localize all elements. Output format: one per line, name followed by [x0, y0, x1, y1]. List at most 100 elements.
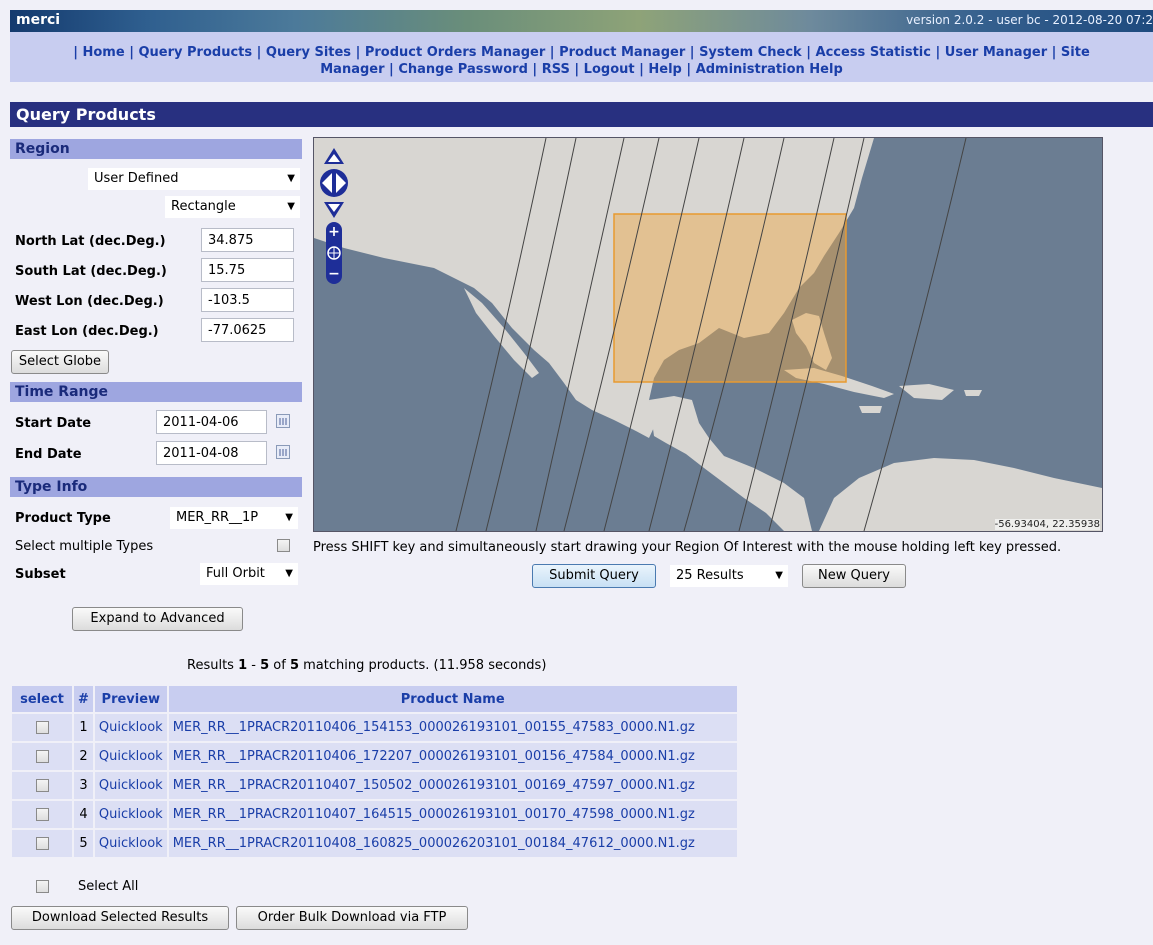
- calendar-icon[interactable]: [276, 414, 290, 428]
- quicklook-link[interactable]: Quicklook: [94, 830, 167, 857]
- nav-separator: |: [681, 62, 696, 77]
- table-row: 1 Quicklook MER_RR__1PRACR20110406_154153_…: [12, 714, 737, 741]
- nav-link-access-statistic[interactable]: Access Statistic: [816, 45, 931, 60]
- summary-suffix: matching products. (11.958 seconds): [298, 658, 547, 673]
- chevron-down-icon: ▼: [285, 512, 293, 523]
- table-row: 5 Quicklook MER_RR__1PRACR20110408_160825_…: [12, 830, 737, 857]
- shape-select-value: Rectangle: [171, 199, 236, 214]
- nav-link-change-password[interactable]: Change Password: [398, 62, 528, 77]
- nav-link-site-manager[interactable]: Manager: [320, 62, 384, 77]
- nav-link-site-manager[interactable]: Site: [1061, 45, 1090, 60]
- row-checkbox[interactable]: [35, 779, 49, 792]
- summary-prefix: Results: [187, 658, 239, 673]
- east-lon-label: East Lon (dec.Deg.): [15, 324, 159, 339]
- svg-text:−: −: [328, 266, 340, 282]
- start-date-input[interactable]: [156, 410, 267, 434]
- start-date-label: Start Date: [15, 416, 92, 431]
- nav-link-logout[interactable]: Logout: [584, 62, 635, 77]
- new-query-button[interactable]: New Query: [802, 564, 906, 588]
- nav-link-administration-help[interactable]: Administration Help: [696, 62, 843, 77]
- time-range-section-heading: Time Range: [10, 382, 302, 402]
- row-checkbox[interactable]: [35, 750, 49, 763]
- north-lat-label: North Lat (dec.Deg.): [15, 234, 166, 249]
- version-user-info: version 2.0.2 - user bc - 2012-08-20 07:…: [906, 13, 1153, 27]
- north-lat-input[interactable]: [201, 228, 294, 252]
- row-select-cell: [12, 772, 72, 799]
- nav-link-user-manager[interactable]: User Manager: [945, 45, 1047, 60]
- map-hint: Press SHIFT key and simultaneously start…: [313, 540, 1062, 555]
- results-table: select # Preview Product Name 1 Quicklook…: [10, 684, 739, 859]
- expand-advanced-button[interactable]: Expand to Advanced: [72, 607, 243, 631]
- nav-link-rss[interactable]: RSS: [542, 62, 570, 77]
- product-name-link[interactable]: MER_RR__1PRACR20110406_172207_0000261931…: [168, 743, 737, 770]
- product-name-link[interactable]: MER_RR__1PRACR20110406_154153_0000261931…: [168, 714, 737, 741]
- row-select-cell: [12, 830, 72, 857]
- chevron-down-icon: ▼: [285, 568, 293, 579]
- row-select-cell: [12, 714, 72, 741]
- west-lon-label: West Lon (dec.Deg.): [15, 294, 164, 309]
- region-select[interactable]: User Defined ▼: [88, 168, 300, 190]
- subset-select[interactable]: Full Orbit ▼: [200, 563, 298, 585]
- results-count-select[interactable]: 25 Results ▼: [670, 565, 788, 587]
- row-number: 4: [74, 801, 93, 828]
- summary-of: of: [269, 658, 290, 673]
- app-name: merci: [16, 12, 61, 28]
- order-ftp-button[interactable]: Order Bulk Download via FTP: [236, 906, 468, 930]
- download-selected-button[interactable]: Download Selected Results: [11, 906, 229, 930]
- south-lat-input[interactable]: [201, 258, 294, 282]
- map-view[interactable]: + − -56.93404, 22.35938: [313, 137, 1103, 532]
- quicklook-link[interactable]: Quicklook: [94, 714, 167, 741]
- map-canvas[interactable]: + −: [314, 138, 1102, 531]
- product-type-value: MER_RR__1P: [176, 510, 259, 525]
- map-coordinates: -56.93404, 22.35938: [994, 519, 1100, 530]
- quicklook-link[interactable]: Quicklook: [94, 743, 167, 770]
- west-lon-input[interactable]: [201, 288, 294, 312]
- product-type-label: Product Type: [15, 511, 111, 526]
- chevron-down-icon: ▼: [287, 201, 295, 212]
- nav-separator: |: [384, 62, 399, 77]
- product-name-link[interactable]: MER_RR__1PRACR20110407_164515_0000261931…: [168, 801, 737, 828]
- results-total: 5: [289, 658, 299, 673]
- quicklook-link[interactable]: Quicklook: [94, 801, 167, 828]
- subset-select-value: Full Orbit: [206, 566, 265, 581]
- row-select-cell: [12, 743, 72, 770]
- table-row: 4 Quicklook MER_RR__1PRACR20110407_164515_…: [12, 801, 737, 828]
- east-lon-input[interactable]: [201, 318, 294, 342]
- col-select: select: [12, 686, 72, 712]
- nav-separator: |: [252, 45, 266, 60]
- header-banner: merci version 2.0.2 - user bc - 2012-08-…: [10, 10, 1153, 32]
- nav-link-home[interactable]: Home: [82, 45, 124, 60]
- calendar-icon[interactable]: [276, 445, 290, 459]
- type-info-section-heading: Type Info: [10, 477, 302, 497]
- quicklook-link[interactable]: Quicklook: [94, 772, 167, 799]
- end-date-input[interactable]: [156, 441, 267, 465]
- subset-label: Subset: [15, 567, 66, 582]
- product-name-link[interactable]: MER_RR__1PRACR20110407_150502_0000261931…: [168, 772, 737, 799]
- product-name-link[interactable]: MER_RR__1PRACR20110408_160825_0000262031…: [168, 830, 737, 857]
- shape-select[interactable]: Rectangle ▼: [165, 196, 300, 218]
- multiple-types-label: Select multiple Types: [15, 539, 154, 554]
- select-globe-button[interactable]: Select Globe: [11, 350, 109, 374]
- results-count-value: 25 Results: [676, 568, 744, 583]
- row-checkbox[interactable]: [35, 721, 49, 734]
- nav-link-product-orders-manager[interactable]: Product Orders Manager: [365, 45, 545, 60]
- product-type-select[interactable]: MER_RR__1P ▼: [170, 507, 298, 529]
- table-row: 3 Quicklook MER_RR__1PRACR20110407_150502_…: [12, 772, 737, 799]
- row-checkbox[interactable]: [35, 808, 49, 821]
- col-preview: Preview: [94, 686, 167, 712]
- row-number: 1: [74, 714, 93, 741]
- page-title: Query Products: [10, 102, 1153, 127]
- nav-link-system-check[interactable]: System Check: [699, 45, 802, 60]
- multiple-types-checkbox[interactable]: [277, 539, 290, 552]
- chevron-down-icon: ▼: [287, 173, 295, 184]
- submit-query-button[interactable]: Submit Query: [532, 564, 656, 588]
- nav-link-help[interactable]: Help: [648, 62, 681, 77]
- select-all-checkbox[interactable]: [36, 880, 49, 893]
- row-number: 5: [74, 830, 93, 857]
- nav-link-query-sites[interactable]: Query Sites: [266, 45, 351, 60]
- row-checkbox[interactable]: [35, 837, 49, 850]
- nav-link-product-manager[interactable]: Product Manager: [559, 45, 685, 60]
- table-row: 2 Quicklook MER_RR__1PRACR20110406_172207_…: [12, 743, 737, 770]
- nav-link-query-products[interactable]: Query Products: [138, 45, 252, 60]
- col-number: #: [74, 686, 93, 712]
